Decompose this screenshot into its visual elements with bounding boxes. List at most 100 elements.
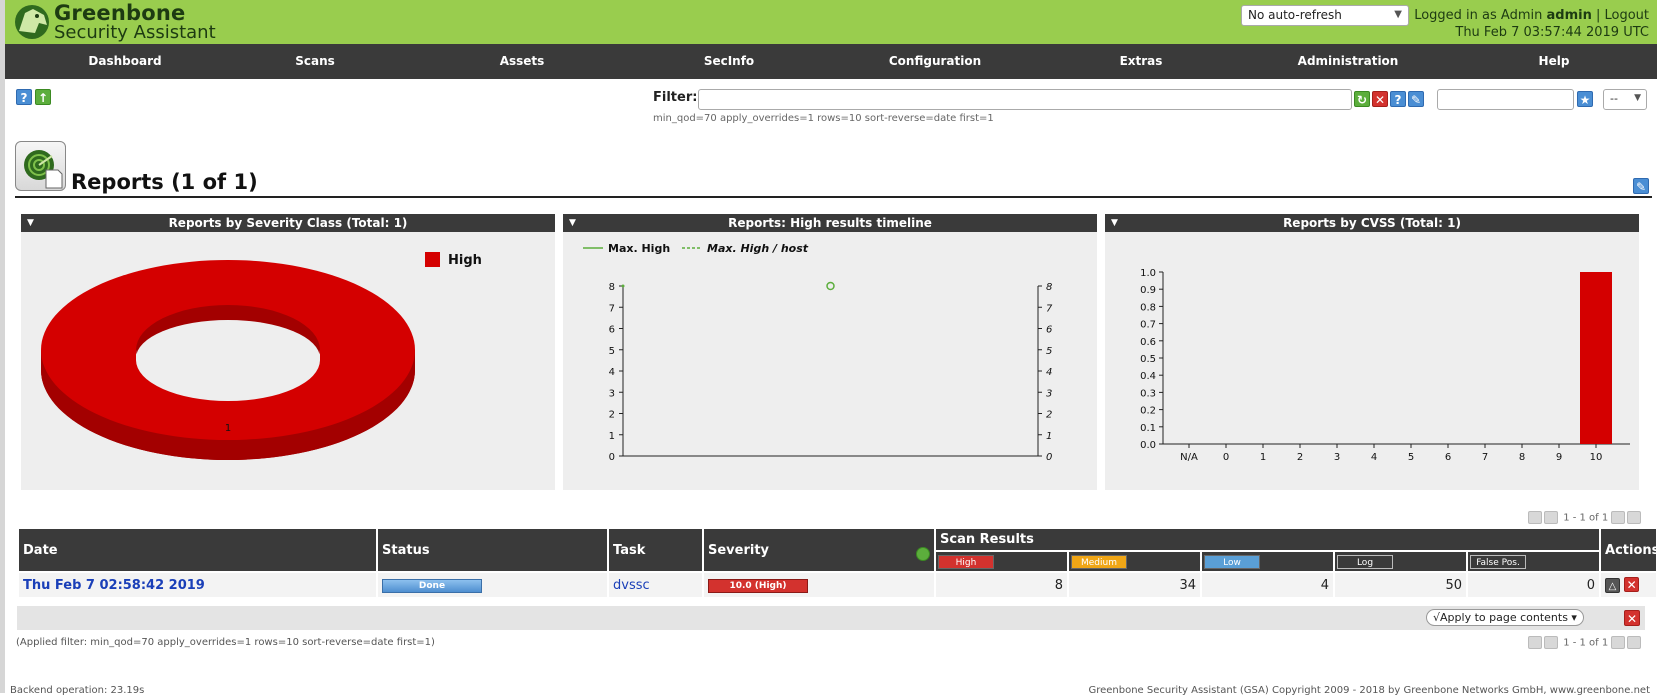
col-header-date[interactable]: Date [19,529,376,571]
y-tick-label-right: 6 [1046,325,1052,336]
severity-bar: 10.0 (High) [708,579,808,593]
y-tick-label-left: 6 [609,325,615,336]
col-header-log[interactable]: Log [1335,552,1466,571]
delta-report-icon[interactable]: △ [1605,578,1621,593]
y-tick-label: 0.6 [1140,337,1156,348]
copyright-text: Greenbone Security Assistant (GSA) Copyr… [1088,685,1650,696]
task-link[interactable]: dvssc [613,578,650,593]
first-page-icon[interactable] [1528,636,1542,649]
severity-refresh-icon[interactable] [916,547,930,561]
collapse-triangle-icon[interactable]: ▼ [1111,214,1118,232]
max-high-point [621,284,625,288]
y-tick-label: 0.5 [1140,354,1156,365]
reset-filter-icon[interactable]: ✕ [1372,91,1388,107]
upload-icon[interactable]: ↑ [35,89,51,105]
y-tick-label: 0.1 [1140,423,1156,434]
low-count: 4 [1202,573,1333,597]
report-date-link[interactable]: Thu Feb 7 02:58:42 2019 [23,578,205,593]
col-header-severity[interactable]: Severity [704,529,934,571]
panel-cvss-header[interactable]: ▼ Reports by CVSS (Total: 1) [1105,214,1639,232]
col-header-medium[interactable]: Medium [1069,552,1200,571]
help-icon[interactable]: ? [16,89,32,105]
timeline-chart: Max. High Max. High / host 0 0 1 1 2 2 3 3 4 4 5 5 6… [583,242,1053,463]
nav-dashboard[interactable]: Dashboard [88,44,161,79]
panel-cvss: ▼ Reports by CVSS (Total: 1) 0.0 0.1 0.2 0.… [1105,214,1639,490]
legend-label-max-high: Max. High [608,242,670,255]
y-tick-label: 0.7 [1140,320,1156,331]
low-level-badge: Low [1204,555,1260,569]
max-high-host-point [826,281,835,291]
y-tick-label-left: 8 [609,282,615,293]
nav-help[interactable]: Help [1539,44,1570,79]
nav-secinfo[interactable]: SecInfo [704,44,754,79]
y-tick-label-right: 4 [1046,367,1052,378]
col-header-high[interactable]: High [936,552,1067,571]
apply-to-value: √Apply to page contents [1433,611,1568,624]
panel-severity-class-header[interactable]: ▼ Reports by Severity Class (Total: 1) [21,214,555,232]
chevron-down-icon: ▼ [1634,93,1641,103]
col-header-false-pos[interactable]: False Pos. [1468,552,1600,571]
bulk-delete-icon[interactable]: ✕ [1624,610,1640,626]
edit-filter-icon[interactable]: ✎ [1408,91,1424,107]
filter-hint: min_qod=70 apply_overrides=1 rows=10 sor… [653,113,994,124]
last-page-icon[interactable] [1627,636,1642,649]
dashboard-settings-icon[interactable]: ✎ [1633,178,1649,194]
filter-input[interactable] [698,89,1352,110]
pager-range: 1 - 1 of 1 [1563,637,1609,649]
x-tick-label: 0 [1223,452,1229,463]
donut-slice-label: 1 [225,423,231,434]
y-tick-label: 0.2 [1140,406,1156,417]
pager-top: 1 - 1 of 1 [1528,511,1643,524]
logout-link[interactable]: Logout [1604,8,1649,23]
main-nav: Dashboard Scans Assets SecInfo Configura… [5,44,1657,79]
logged-in-label: Logged in as [1414,8,1497,23]
next-page-icon[interactable] [1611,511,1626,524]
nav-extras[interactable]: Extras [1120,44,1163,79]
nav-assets[interactable]: Assets [500,44,545,79]
y-tick-label-left: 0 [609,452,615,463]
previous-page-icon[interactable] [1544,636,1558,649]
first-page-icon[interactable] [1528,511,1542,524]
nav-administration[interactable]: Administration [1298,44,1399,79]
false-pos-count: 0 [1468,573,1600,597]
filter-name-input[interactable] [1437,89,1574,110]
filter-label: Filter: [653,90,698,105]
high-count: 8 [936,573,1067,597]
apply-to-select[interactable]: √Apply to page contents ▾ [1426,609,1584,626]
auto-refresh-value: No auto-refresh [1248,8,1342,22]
y-tick-label-right: 8 [1046,282,1052,293]
previous-page-icon[interactable] [1544,511,1558,524]
y-tick-label-right: 0 [1046,452,1052,463]
panel-cvss-title: Reports by CVSS (Total: 1) [1283,216,1461,230]
y-tick-label: 0.4 [1140,371,1156,382]
username: admin [1546,8,1592,23]
medium-count: 34 [1069,573,1200,597]
filter-help-icon[interactable]: ? [1390,91,1406,107]
collapse-triangle-icon[interactable]: ▼ [569,214,576,232]
y-tick-label: 0.3 [1140,388,1156,399]
panel-timeline-header[interactable]: ▼ Reports: High results timeline [563,214,1097,232]
x-tick-label: 2 [1297,452,1303,463]
refresh-icon[interactable]: ↻ [1354,91,1370,107]
save-filter-star-icon[interactable]: ★ [1577,91,1593,107]
next-page-icon[interactable] [1611,636,1626,649]
nav-configuration[interactable]: Configuration [889,44,981,79]
collapse-triangle-icon[interactable]: ▼ [27,214,34,232]
y-tick-label-left: 2 [609,410,615,421]
nav-scans[interactable]: Scans [295,44,335,79]
col-header-low[interactable]: Low [1202,552,1333,571]
pager-range: 1 - 1 of 1 [1563,512,1609,524]
x-tick-label: 9 [1556,452,1562,463]
delete-report-icon[interactable]: ✕ [1624,577,1640,592]
x-tick-label: 5 [1408,452,1414,463]
auto-refresh-select[interactable]: No auto-refresh ▼ [1241,5,1409,26]
severity-donut-chart: 1 High [41,252,482,460]
greenbone-logo-icon[interactable] [11,3,53,41]
last-page-icon[interactable] [1627,511,1642,524]
col-header-task[interactable]: Task [609,529,702,571]
x-tick-label: 10 [1590,452,1603,463]
col-header-status[interactable]: Status [378,529,607,571]
saved-filter-select[interactable]: -- ▼ [1603,89,1647,110]
table-row: Thu Feb 7 02:58:42 2019 Done dvssc 10.0 … [19,573,1657,597]
app-header: Greenbone Security Assistant No auto-ref… [5,0,1657,44]
